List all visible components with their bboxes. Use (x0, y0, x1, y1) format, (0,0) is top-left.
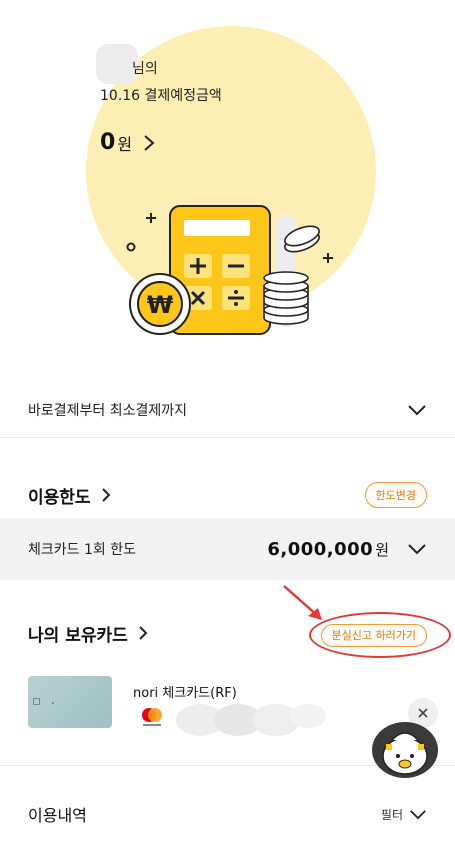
due-date-label: 10.16 결제예정금액 (100, 88, 222, 104)
due-amount-unit: 원 (117, 134, 133, 154)
svg-text:₩: ₩ (147, 291, 174, 319)
chatbot-mascot-button[interactable] (372, 722, 438, 778)
payment-range-label: 바로결제부터 최소결제까지 (28, 402, 188, 419)
limit-title-link[interactable]: 이용한도 (28, 483, 111, 508)
limit-value: 6,000,000 (267, 538, 374, 560)
change-limit-button[interactable]: 한도변경 (364, 482, 427, 508)
limit-unit: 원 (375, 540, 389, 559)
chevron-right-icon (101, 488, 110, 502)
chevron-right-icon (139, 626, 148, 640)
history-title: 이용내역 (28, 806, 87, 825)
owner-suffix: 님의 (132, 61, 158, 77)
calculator-coins-illustration: ₩ (126, 205, 333, 335)
due-amount-link[interactable]: 0 원 (100, 130, 156, 155)
cards-title-link[interactable]: 나의 보유카드 (28, 621, 148, 646)
report-lost-card-button[interactable]: 분실신고 하러가기 (320, 623, 427, 647)
close-icon (418, 708, 428, 718)
limit-title: 이용한도 (28, 487, 91, 508)
chevron-down-icon (410, 809, 426, 819)
card-chip-icon (33, 698, 40, 705)
filter-button[interactable]: 필터 (381, 806, 427, 823)
card-dot (52, 702, 54, 704)
payment-summary-hero: 님의 10.16 결제예정금액 0 원 ₩ (0, 0, 455, 380)
limit-section-header: 이용한도 한도변경 (0, 472, 455, 518)
mastercard-logo-icon (142, 708, 162, 726)
card-thumbnail (28, 676, 112, 728)
report-lost-wrapper: 분실신고 하러가기 (308, 611, 451, 658)
mascot-icon (382, 732, 428, 775)
filter-label: 필터 (380, 807, 403, 822)
blurred-card-info (176, 704, 326, 736)
cards-section-header: 나의 보유카드 분실신고 하러가기 (0, 610, 455, 658)
chevron-right-icon (144, 134, 155, 151)
check-card-limit-row[interactable]: 체크카드 1회 한도 6,000,000 원 (0, 518, 455, 580)
cards-title: 나의 보유카드 (28, 625, 128, 646)
card-name: nori 체크카드(RF) (133, 686, 237, 701)
payment-range-row[interactable]: 바로결제부터 최소결제까지 (0, 382, 455, 438)
chevron-down-icon (408, 404, 426, 415)
usage-history-row[interactable]: 이용내역 필터 (0, 786, 455, 842)
limit-row-label: 체크카드 1회 한도 (28, 542, 136, 558)
due-amount: 0 (100, 130, 116, 155)
limit-value-group: 6,000,000 원 (267, 539, 427, 560)
chevron-down-icon (408, 544, 426, 555)
